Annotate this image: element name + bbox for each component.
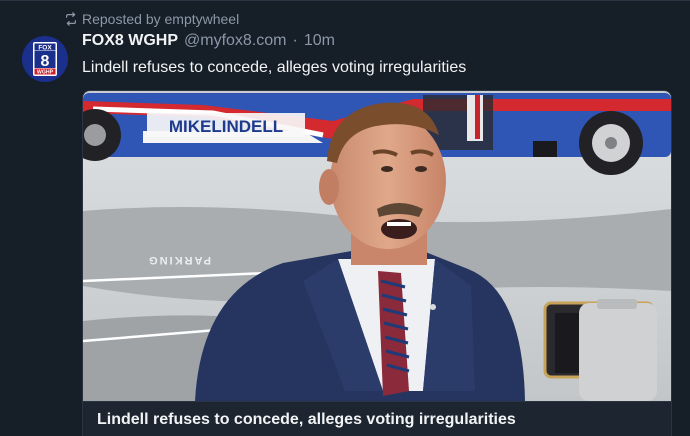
pavement-lettering: PARKING	[147, 254, 211, 266]
post-text: Lindell refuses to concede, alleges voti…	[82, 59, 467, 76]
card-image[interactable]: MIKELINDELL PARKING	[83, 91, 671, 401]
repost-label: Reposted by emptywheel	[82, 11, 240, 27]
avatar-top-text: FOX	[38, 44, 52, 51]
avatar[interactable]: FOX 8 WGHP	[22, 36, 68, 82]
bus-lettering: MIKELINDELL	[169, 117, 283, 136]
post-timestamp[interactable]: 10m	[304, 32, 335, 50]
author-handle[interactable]: @myfox8.com	[184, 32, 286, 50]
separator-dot: ·	[292, 32, 298, 49]
author-name[interactable]: FOX8 WGHP	[82, 32, 178, 50]
avatar-number: 8	[41, 53, 50, 70]
avatar-bottom-text: WGHP	[37, 70, 54, 76]
divider	[0, 0, 690, 1]
post-header: FOX8 WGHP @myfox8.com · 10m	[82, 32, 335, 50]
fox8-logo-icon: FOX 8 WGHP	[22, 36, 68, 82]
link-card[interactable]: MIKELINDELL PARKING Lindell refuses to c…	[82, 90, 672, 436]
card-footer[interactable]: Lindell refuses to concede, alleges voti…	[83, 401, 671, 436]
card-title: Lindell refuses to concede, alleges voti…	[97, 411, 516, 428]
repost-indicator[interactable]: Reposted by emptywheel	[64, 10, 239, 28]
repost-icon	[66, 12, 76, 26]
feed-post[interactable]: Reposted by emptywheel FOX 8 WGHP FOX8 W…	[0, 0, 690, 436]
